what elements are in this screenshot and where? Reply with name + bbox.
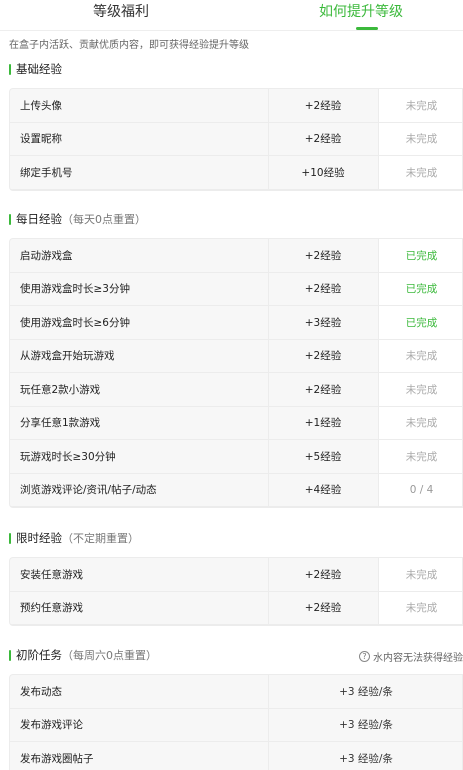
task-name: 发布游戏评论: [20, 719, 83, 732]
table-row: 玩任意2款小游戏 +2经验 未完成: [10, 373, 462, 407]
table-row: 分享任意1款游戏 +1经验 未完成: [10, 406, 462, 440]
section-title: 基础经验: [16, 62, 62, 76]
task-name: 使用游戏盒时长≥6分钟: [20, 316, 130, 329]
basic-exp-table: 上传头像 +2经验 未完成 设置昵称 +2经验 未完成 绑定手机号 +10经验 …: [9, 88, 463, 191]
section-header-daily: 每日经验 （每天0点重置）: [9, 211, 146, 227]
task-name: 发布动态: [20, 685, 62, 698]
task-progress: 0 / 4: [378, 473, 462, 506]
task-reward: +3 经验/条: [339, 719, 393, 732]
task-reward: +2经验: [304, 283, 342, 296]
tab-how-to-level-up[interactable]: 如何提升等级: [319, 4, 403, 20]
table-row: 绑定手机号 +10经验 未完成: [10, 156, 462, 190]
help-hint[interactable]: ? 水内容无法获得经验: [359, 648, 463, 664]
table-row: 浏览游戏评论/资讯/帖子/动态 +4经验 0 / 4: [10, 473, 462, 507]
task-name: 预约任意游戏: [20, 602, 83, 615]
task-status: 已完成: [378, 239, 462, 272]
daily-exp-table: 启动游戏盒 +2经验 已完成 使用游戏盒时长≥3分钟 +2经验 已完成 使用游戏…: [9, 238, 463, 508]
question-icon: ?: [359, 650, 370, 662]
task-name: 玩游戏时长≥30分钟: [20, 450, 116, 463]
task-status: 未完成: [378, 156, 462, 189]
task-name: 浏览游戏评论/资讯/帖子/动态: [20, 484, 157, 497]
section-title: 限时经验: [16, 531, 62, 545]
section-header-basic: 基础经验: [9, 61, 62, 77]
task-name: 使用游戏盒时长≥3分钟: [20, 283, 130, 296]
task-reward: +2经验: [304, 568, 342, 581]
table-row: 安装任意游戏 +2经验 未完成: [10, 558, 462, 592]
section-subtitle: （每天0点重置）: [62, 213, 146, 226]
task-status: 未完成: [378, 406, 462, 439]
table-row: 使用游戏盒时长≥6分钟 +3经验 已完成: [10, 306, 462, 340]
section-title: 每日经验: [16, 212, 62, 226]
task-reward: +2经验: [304, 383, 342, 396]
table-row: 发布游戏圈帖子 +3 经验/条: [10, 742, 462, 770]
task-name: 从游戏盒开始玩游戏: [20, 350, 115, 363]
column-divider: [268, 558, 269, 625]
task-reward: +2经验: [304, 350, 342, 363]
intro-text: 在盒子内活跃、贡献优质内容，即可获得经验提升等级: [9, 40, 249, 51]
task-status: 未完成: [378, 591, 462, 624]
table-row: 玩游戏时长≥30分钟 +5经验 未完成: [10, 440, 462, 474]
task-reward: +3 经验/条: [339, 685, 393, 698]
task-name: 安装任意游戏: [20, 568, 83, 581]
task-reward: +3 经验/条: [339, 752, 393, 765]
tab-bar: 等级福利 如何提升等级: [0, 0, 463, 31]
task-name: 启动游戏盒: [20, 249, 73, 262]
task-name: 发布游戏圈帖子: [20, 752, 94, 765]
section-header-limited: 限时经验 （不定期重置）: [9, 530, 139, 546]
table-row: 使用游戏盒时长≥3分钟 +2经验 已完成: [10, 272, 462, 306]
table-row: 设置昵称 +2经验 未完成: [10, 122, 462, 156]
task-reward: +2经验: [304, 249, 342, 262]
task-status: 未完成: [378, 373, 462, 406]
task-reward: +3经验: [304, 316, 342, 329]
table-row: 发布游戏评论 +3 经验/条: [10, 709, 462, 742]
section-subtitle: （不定期重置）: [62, 532, 139, 545]
section-accent-bar: [9, 532, 11, 544]
task-name: 玩任意2款小游戏: [20, 383, 101, 396]
section-accent-bar: [9, 649, 11, 661]
tab-divider: [0, 30, 463, 31]
task-reward: +10经验: [301, 166, 345, 179]
task-name: 绑定手机号: [20, 166, 73, 179]
table-row: 从游戏盒开始玩游戏 +2经验 未完成: [10, 339, 462, 373]
task-status: 已完成: [378, 306, 462, 339]
column-divider: [268, 89, 269, 190]
task-status: 未完成: [378, 558, 462, 591]
section-header-beginner: 初阶任务 （每周六0点重置）: [9, 647, 157, 663]
task-status: 未完成: [378, 440, 462, 473]
limited-exp-table: 安装任意游戏 +2经验 未完成 预约任意游戏 +2经验 未完成: [9, 557, 463, 626]
task-reward: +1经验: [304, 417, 342, 430]
tab-level-benefits[interactable]: 等级福利: [93, 4, 149, 20]
task-name: 上传头像: [20, 99, 62, 112]
task-reward: +2经验: [304, 602, 342, 615]
task-name: 分享任意1款游戏: [20, 417, 101, 430]
table-row: 预约任意游戏 +2经验 未完成: [10, 591, 462, 625]
table-row: 启动游戏盒 +2经验 已完成: [10, 239, 462, 273]
section-subtitle: （每周六0点重置）: [62, 649, 157, 662]
column-divider: [268, 675, 269, 770]
task-status: 未完成: [378, 339, 462, 372]
column-divider: [268, 239, 269, 507]
task-status: 未完成: [378, 89, 462, 122]
task-reward: +2经验: [304, 99, 342, 112]
section-accent-bar: [9, 63, 11, 75]
task-status: 未完成: [378, 122, 462, 155]
task-status: 已完成: [378, 272, 462, 305]
table-row: 发布动态 +3 经验/条: [10, 675, 462, 709]
task-name: 设置昵称: [20, 133, 62, 146]
task-reward: +5经验: [304, 450, 342, 463]
beginner-task-table: 发布动态 +3 经验/条 发布游戏评论 +3 经验/条 发布游戏圈帖子 +3 经…: [9, 674, 463, 770]
section-accent-bar: [9, 213, 11, 225]
help-text: 水内容无法获得经验: [373, 652, 463, 664]
task-reward: +2经验: [304, 133, 342, 146]
task-reward: +4经验: [304, 484, 342, 497]
section-title: 初阶任务: [16, 648, 62, 662]
table-row: 上传头像 +2经验 未完成: [10, 89, 462, 123]
